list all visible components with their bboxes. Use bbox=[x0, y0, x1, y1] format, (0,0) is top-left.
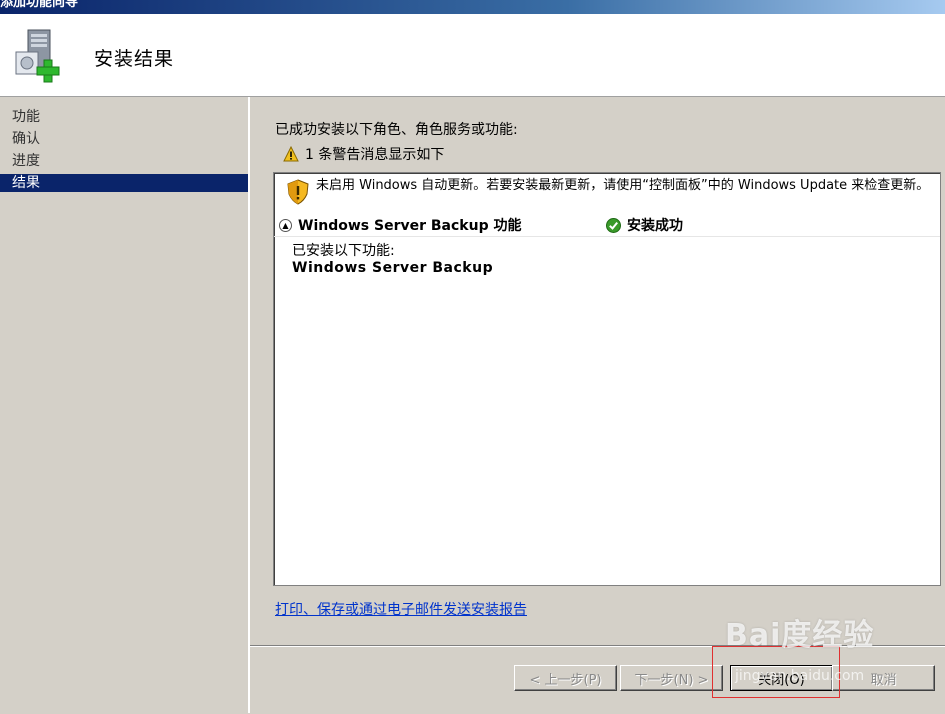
wizard-steps-sidebar: 功能 确认 进度 结果 bbox=[0, 97, 250, 713]
sidebar-step-progress[interactable]: 进度 bbox=[0, 150, 248, 172]
update-notice-text: 未启用 Windows 自动更新。若要安装最新更新，请使用“控制面板”中的 Wi… bbox=[316, 178, 930, 193]
window-title-bar[interactable]: 添加功能向导 bbox=[0, 0, 945, 14]
feature-result-row: ▲ Windows Server Backup 功能 安装成功 bbox=[274, 214, 940, 237]
sidebar-step-results[interactable]: 结果 bbox=[0, 174, 248, 192]
warning-summary-text: 1 条警告消息显示如下 bbox=[305, 147, 445, 163]
close-button[interactable]: 关闭(O) bbox=[730, 665, 833, 691]
results-intro-text: 已成功安装以下角色、角色服务或功能: bbox=[275, 122, 518, 138]
results-panel[interactable]: 未启用 Windows 自动更新。若要安装最新更新，请使用“控制面板”中的 Wi… bbox=[273, 172, 941, 586]
back-button[interactable]: < 上一步(P) bbox=[514, 665, 617, 691]
collapse-icon[interactable]: ▲ bbox=[279, 218, 292, 232]
wizard-footer: < 上一步(P) 下一步(N) > 关闭(O) 取消 bbox=[250, 645, 945, 714]
sidebar-step-confirm[interactable]: 确认 bbox=[0, 128, 248, 150]
results-main-area: 已成功安装以下角色、角色服务或功能: 1 条警告消息显示如下 未启用 Windo… bbox=[250, 97, 945, 645]
cancel-button[interactable]: 取消 bbox=[832, 665, 935, 691]
installed-feature-item: Windows Server Backup bbox=[292, 260, 494, 276]
send-report-link[interactable]: 打印、保存或通过电子邮件发送安装报告 bbox=[275, 599, 527, 619]
server-add-icon bbox=[15, 29, 60, 83]
warning-summary: 1 条警告消息显示如下 bbox=[283, 144, 444, 164]
warning-icon bbox=[283, 146, 299, 162]
security-shield-warning-icon bbox=[287, 179, 309, 205]
next-button[interactable]: 下一步(N) > bbox=[620, 665, 723, 691]
installed-features-label: 已安装以下功能: bbox=[292, 243, 395, 259]
update-notice: 未启用 Windows 自动更新。若要安装最新更新，请使用“控制面板”中的 Wi… bbox=[286, 179, 936, 205]
sidebar-step-features[interactable]: 功能 bbox=[0, 106, 248, 128]
page-title: 安装结果 bbox=[94, 48, 175, 70]
feature-name: Windows Server Backup 功能 bbox=[298, 218, 522, 234]
install-status: 安装成功 bbox=[627, 218, 683, 234]
wizard-header: 安装结果 bbox=[0, 14, 945, 97]
window-title: 添加功能向导 bbox=[0, 0, 79, 10]
success-check-icon bbox=[606, 217, 621, 233]
